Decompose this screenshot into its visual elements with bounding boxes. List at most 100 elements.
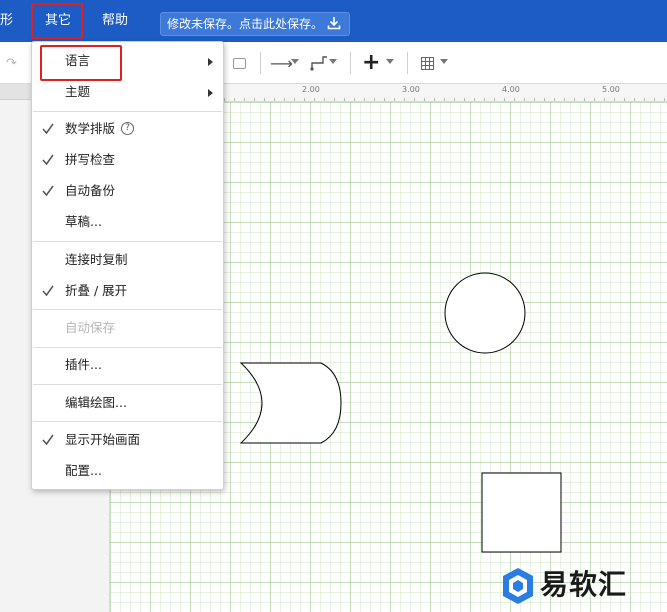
- menu-divider: [33, 384, 222, 385]
- watermark-text: 易软汇: [540, 568, 628, 601]
- ruler-tick: [454, 98, 455, 101]
- menu-item-label: 数学排版: [65, 121, 116, 136]
- watermark-logo-icon: [503, 568, 533, 604]
- menu-item-show-start-screen[interactable]: 显示开始画面: [32, 426, 223, 454]
- toolbar-divider: [407, 52, 408, 74]
- ruler-tick: [404, 98, 405, 101]
- menu-item-label: 自动备份: [65, 183, 116, 198]
- menu-item-label: 连接时复制: [65, 252, 128, 267]
- ruler-tick: [324, 98, 325, 101]
- shadow-icon[interactable]: [233, 58, 246, 69]
- ruler-tick: [314, 98, 315, 101]
- ruler-tick: [614, 98, 615, 101]
- menu-item-drafts[interactable]: 草稿...: [32, 208, 223, 236]
- menu-item-label: 折叠 / 展开: [65, 283, 128, 298]
- plus-icon[interactable]: +: [362, 50, 380, 75]
- menu-item-autosave: 自动保存: [32, 314, 223, 342]
- ruler-tick: [594, 98, 595, 101]
- highlight-language-item: [40, 45, 122, 81]
- ruler-tick: [444, 98, 445, 101]
- ruler-tick: [644, 98, 645, 101]
- unsaved-changes-banner[interactable]: 修改未保存。点击此处保存。: [160, 12, 350, 36]
- ruler-tick: [224, 98, 225, 101]
- help-icon[interactable]: ?: [121, 122, 135, 135]
- ruler-tick: [264, 98, 265, 101]
- ruler-tick: [524, 98, 525, 101]
- ruler-tick: [564, 98, 565, 101]
- ruler-label: 5.00: [602, 85, 620, 94]
- chevron-down-icon[interactable]: [329, 59, 337, 64]
- menu-item-copy-on-connect[interactable]: 连接时复制: [32, 246, 223, 274]
- check-icon: [42, 123, 54, 135]
- menu-divider: [33, 347, 222, 348]
- ruler-tick: [544, 98, 545, 101]
- menu-item-plugins[interactable]: 插件...: [32, 351, 223, 379]
- menu-item-label: 拼写检查: [65, 152, 116, 167]
- ruler-tick: [654, 98, 655, 101]
- chevron-down-icon[interactable]: [440, 59, 448, 64]
- check-icon: [42, 154, 54, 166]
- ruler-tick: [254, 98, 255, 101]
- ruler-tick: [304, 98, 305, 101]
- ruler-tick: [354, 98, 355, 101]
- ruler-tick: [494, 98, 495, 101]
- ruler-tick: [274, 98, 275, 101]
- ruler-tick: [294, 98, 295, 101]
- ruler-tick: [624, 98, 625, 101]
- horizontal-ruler: 2.00 3.00 4.00 5.00: [224, 84, 667, 102]
- menu-help[interactable]: 帮助: [102, 10, 128, 32]
- ruler-label: 2.00: [302, 85, 320, 94]
- submenu-arrow-icon: [208, 58, 213, 66]
- connection-arrow-icon[interactable]: ⟶: [270, 54, 293, 73]
- ruler-tick: [664, 98, 665, 101]
- ruler-tick: [284, 98, 285, 101]
- menubar: 形 其它 帮助 修改未保存。点击此处保存。: [0, 0, 667, 42]
- ruler-tick: [634, 98, 635, 101]
- ruler-tick: [424, 98, 425, 101]
- menu-item-math-typesetting[interactable]: 数学排版?: [32, 115, 223, 143]
- menu-item-label: 主题: [65, 84, 91, 99]
- menu-item-label: 草稿...: [65, 214, 102, 229]
- ruler-label: 3.00: [402, 85, 420, 94]
- ruler-tick: [434, 98, 435, 101]
- menu-item-collapse-expand[interactable]: 折叠 / 展开: [32, 277, 223, 305]
- check-icon: [42, 185, 54, 197]
- toolbar-divider: [350, 52, 351, 74]
- menu-item-edit-diagram[interactable]: 编辑绘图...: [32, 389, 223, 417]
- menu-divider: [33, 241, 222, 242]
- download-icon: [327, 17, 341, 30]
- menu-divider: [33, 421, 222, 422]
- redo-icon[interactable]: ↷: [6, 56, 17, 71]
- ruler-tick: [374, 98, 375, 101]
- ruler-tick: [394, 98, 395, 101]
- save-banner-text: 修改未保存。点击此处保存。: [167, 17, 324, 31]
- ruler-tick: [484, 98, 485, 101]
- menu-shape[interactable]: 形: [0, 10, 13, 32]
- ruler-tick: [364, 98, 365, 101]
- menu-divider: [33, 309, 222, 310]
- menu-item-spellcheck[interactable]: 拼写检查: [32, 146, 223, 174]
- ruler-tick: [234, 98, 235, 101]
- chevron-down-icon[interactable]: [386, 59, 394, 64]
- ruler-tick: [344, 98, 345, 101]
- menu-item-label: 编辑绘图...: [65, 395, 127, 410]
- chevron-down-icon[interactable]: [291, 59, 299, 64]
- table-icon[interactable]: [421, 57, 434, 70]
- other-dropdown-menu: 语言 主题 数学排版? 拼写检查 自动备份 草稿... 连接时复制 折叠 / 展…: [31, 41, 224, 490]
- check-icon: [42, 434, 54, 446]
- ruler-tick: [534, 98, 535, 101]
- ruler-tick: [514, 98, 515, 101]
- menu-item-theme[interactable]: 主题: [32, 78, 223, 106]
- ruler-label: 4.00: [502, 85, 520, 94]
- ruler-tick: [574, 98, 575, 101]
- menu-item-configuration[interactable]: 配置...: [32, 457, 223, 485]
- menu-item-autobackup[interactable]: 自动备份: [32, 177, 223, 205]
- ruler-tick: [334, 98, 335, 101]
- ruler-tick: [604, 98, 605, 101]
- menu-item-label: 插件...: [65, 357, 102, 372]
- ruler-tick: [244, 98, 245, 101]
- waypoint-icon[interactable]: [310, 54, 328, 72]
- menu-item-label: 自动保存: [65, 320, 116, 335]
- watermark: 易软汇: [500, 566, 667, 606]
- ruler-tick: [464, 98, 465, 101]
